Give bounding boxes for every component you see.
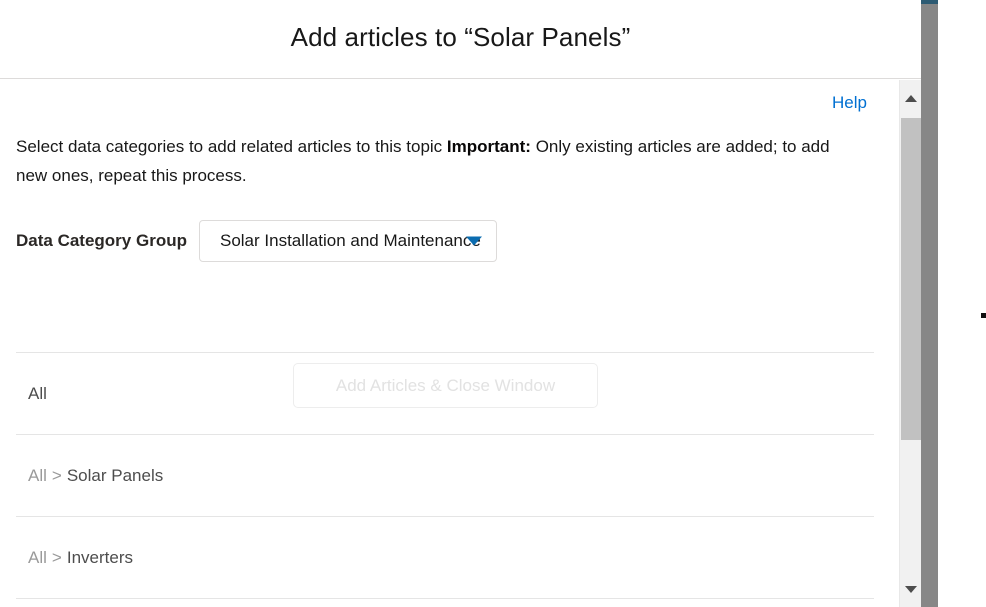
breadcrumb-segment: All xyxy=(28,465,47,485)
help-link[interactable]: Help xyxy=(832,93,867,113)
scrollbar-up-button[interactable] xyxy=(900,80,921,116)
modal-header: Add articles to “Solar Panels” xyxy=(0,0,921,79)
breadcrumb-separator: > xyxy=(51,547,62,567)
add-articles-modal: Add articles to “Solar Panels” Help Sele… xyxy=(0,0,921,607)
data-category-group-select[interactable]: Solar Installation and Maintenance xyxy=(198,220,497,262)
breadcrumb-segment: All xyxy=(28,383,47,403)
category-breadcrumb: All > Solar Panels xyxy=(16,466,163,486)
category-breadcrumb: All > Inverters xyxy=(16,548,133,568)
intro-important-label: Important: xyxy=(446,137,531,156)
data-category-group-row: Data Category Group Solar Installation a… xyxy=(16,220,497,262)
scrollbar-thumb[interactable] xyxy=(901,118,921,440)
chevron-up-icon xyxy=(904,94,917,102)
page-root: Add articles to “Solar Panels” Help Sele… xyxy=(0,0,986,607)
category-row[interactable]: All > Solar Panels xyxy=(16,434,874,516)
cursor-artifact xyxy=(981,313,986,318)
category-row[interactable]: All > Inverters xyxy=(16,516,874,599)
page-title: Add articles to “Solar Panels” xyxy=(290,22,631,52)
data-category-group-selected-value: Solar Installation and Maintenance xyxy=(219,231,481,250)
modal-scrollbar[interactable] xyxy=(899,80,921,607)
scrollbar-down-button[interactable] xyxy=(900,571,921,607)
category-breadcrumb: All xyxy=(16,384,47,404)
category-list: All All > Solar Panels All > Inverters xyxy=(0,352,897,599)
caret-down-icon xyxy=(465,236,482,246)
category-row[interactable]: All xyxy=(16,352,874,434)
intro-text-part1: Select data categories to add related ar… xyxy=(16,137,447,156)
modal-body: Help Select data categories to add relat… xyxy=(0,80,897,607)
data-category-group-label: Data Category Group xyxy=(16,231,187,250)
intro-description: Select data categories to add related ar… xyxy=(16,132,856,190)
browser-scrollbar-cap xyxy=(921,0,938,4)
breadcrumb-leaf: Inverters xyxy=(66,547,133,567)
breadcrumb-leaf: Solar Panels xyxy=(66,465,164,485)
breadcrumb-separator: > xyxy=(51,465,62,485)
browser-scrollbar[interactable] xyxy=(921,0,938,607)
chevron-down-icon xyxy=(904,585,917,593)
breadcrumb-segment: All xyxy=(28,547,47,567)
